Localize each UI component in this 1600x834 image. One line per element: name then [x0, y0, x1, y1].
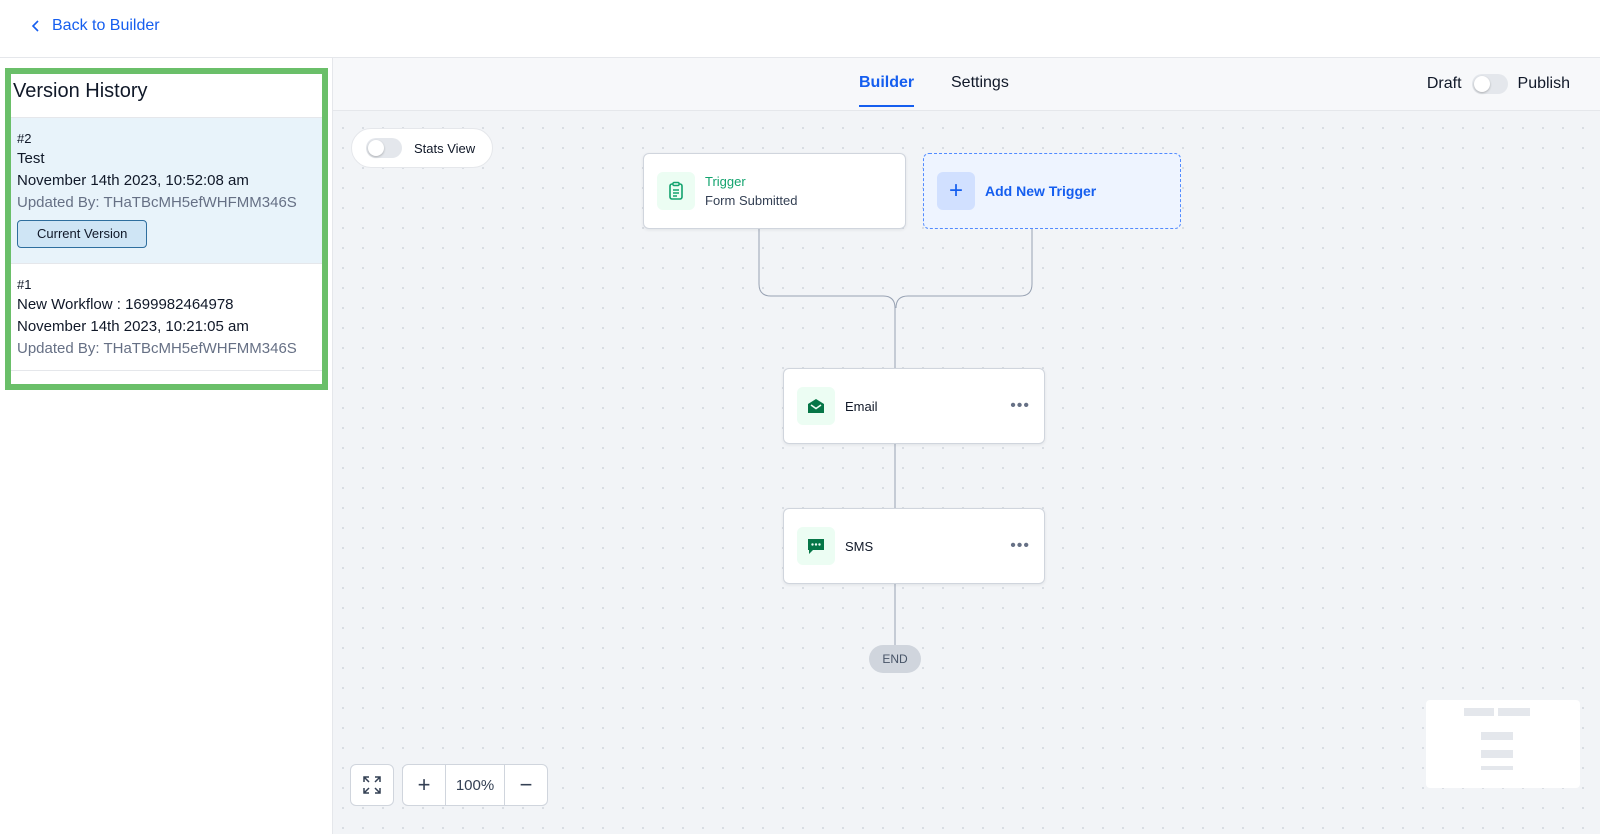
minus-icon: −: [519, 772, 533, 797]
sidebar: Version History #2 Test November 14th 20…: [0, 58, 333, 834]
fit-view-control: [350, 764, 394, 806]
version-item[interactable]: #1 New Workflow : 1699982464978 November…: [11, 264, 322, 371]
version-name: New Workflow : 1699982464978: [17, 296, 234, 313]
sms-action-node[interactable]: SMS •••: [783, 508, 1045, 584]
version-history-title: Version History: [11, 74, 322, 118]
minimap[interactable]: [1426, 700, 1580, 788]
email-icon: [797, 387, 835, 425]
version-date: November 14th 2023, 10:52:08 am: [17, 172, 249, 189]
sms-icon: [797, 527, 835, 565]
trigger-node[interactable]: Trigger Form Submitted: [643, 153, 906, 229]
back-to-builder-link[interactable]: Back to Builder: [30, 17, 160, 35]
current-version-button[interactable]: Current Version: [17, 220, 148, 248]
plus-icon: +: [937, 172, 975, 210]
version-updated-by: Updated By: THaTBcMH5efWHFMM346S: [17, 340, 297, 357]
version-number: #1: [17, 277, 32, 292]
version-name: Test: [17, 150, 45, 167]
zoom-controls: + 100% −: [402, 764, 548, 806]
sms-label: SMS: [845, 538, 874, 554]
more-options-icon[interactable]: •••: [1010, 538, 1030, 554]
more-options-icon[interactable]: •••: [1010, 398, 1030, 414]
back-to-builder-label: Back to Builder: [52, 17, 160, 34]
end-node: END: [869, 645, 921, 673]
add-new-trigger-label: Add New Trigger: [985, 183, 1097, 199]
clipboard-icon: [657, 172, 695, 210]
zoom-level: 100%: [445, 765, 505, 805]
workflow-canvas[interactable]: Builder Settings Draft Publish Stats Vie…: [333, 58, 1600, 834]
chevron-left-icon: [31, 20, 39, 32]
email-label: Email: [845, 398, 878, 414]
version-updated-by: Updated By: THaTBcMH5efWHFMM346S: [17, 194, 297, 211]
plus-icon: +: [417, 772, 431, 797]
expand-icon[interactable]: [351, 765, 393, 805]
top-bar: Back to Builder: [0, 0, 1600, 58]
version-item[interactable]: #2 Test November 14th 2023, 10:52:08 am …: [11, 118, 322, 264]
add-new-trigger-button[interactable]: + Add New Trigger: [923, 153, 1181, 229]
email-action-node[interactable]: Email •••: [783, 368, 1045, 444]
zoom-out-button[interactable]: −: [505, 765, 547, 805]
version-number: #2: [17, 131, 32, 146]
version-history-panel: Version History #2 Test November 14th 20…: [5, 68, 328, 390]
zoom-in-button[interactable]: +: [403, 765, 445, 805]
trigger-subtitle: Form Submitted: [705, 193, 798, 208]
version-date: November 14th 2023, 10:21:05 am: [17, 318, 249, 335]
trigger-title: Trigger: [705, 174, 746, 189]
